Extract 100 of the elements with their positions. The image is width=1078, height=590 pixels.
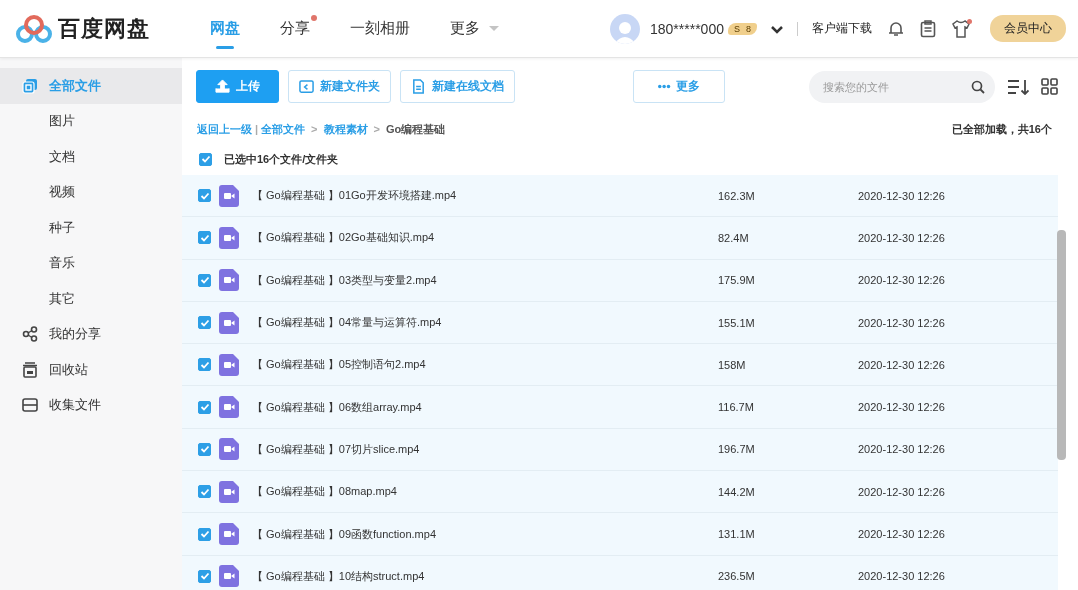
file-date: 2020-12-30 12:26 — [858, 274, 946, 287]
shirt-icon[interactable] — [952, 19, 970, 38]
nav-tab[interactable]: 一刻相册 — [350, 0, 410, 57]
member-center-button[interactable]: 会员中心 — [990, 15, 1066, 42]
file-row[interactable]: 【 Go编程基础 】01Go开发环境搭建.mp4 162.3M 2020-12-30 12:26 — [182, 175, 1058, 218]
sidebar-item[interactable]: 音乐 — [0, 245, 182, 281]
file-name[interactable]: 【 Go编程基础 】09函数function.mp4 — [252, 526, 718, 542]
client-download-link[interactable]: 客户端下载 — [812, 20, 872, 37]
file-row[interactable]: 【 Go编程基础 】09函数function.mp4 131.1M 2020-12-30 12:26 — [182, 513, 1058, 556]
file-date: 2020-12-30 12:26 — [858, 570, 946, 583]
file-row[interactable]: 【 Go编程基础 】10结构struct.mp4 236.5M 2020-12-30 12:26 — [182, 555, 1058, 590]
cloud-logo-icon — [16, 13, 52, 44]
sidebar-item[interactable]: 收集文件 — [0, 387, 182, 423]
file-name[interactable]: 【 Go编程基础 】02Go基础知识.mp4 — [252, 230, 718, 246]
checkbox[interactable] — [198, 358, 211, 372]
file-row[interactable]: 【 Go编程基础 】02Go基础知识.mp4 82.4M 2020-12-30 12:26 — [182, 217, 1058, 260]
files-icon — [22, 77, 38, 94]
file-size: 175.9M — [718, 274, 756, 287]
breadcrumb-separator: | — [255, 123, 259, 135]
scrollbar-thumb[interactable] — [1057, 230, 1066, 460]
sidebar-item[interactable]: 其它 — [0, 281, 182, 317]
app-logo-title: 百度网盘 — [58, 14, 150, 43]
checkbox[interactable] — [198, 316, 211, 330]
user-name[interactable]: 180*****000 — [650, 20, 724, 37]
file-size: 155.1M — [718, 316, 756, 329]
chevron-down-icon[interactable] — [771, 25, 783, 34]
checkbox[interactable] — [198, 527, 211, 541]
file-size: 131.1M — [718, 528, 756, 540]
file-size: 162.3M — [718, 189, 756, 202]
sidebar-item[interactable]: 图片 — [0, 103, 182, 139]
checkbox[interactable] — [198, 485, 211, 499]
file-row[interactable]: 【 Go编程基础 】04常量与运算符.mp4 155.1M 2020-12-30 12:26 — [182, 301, 1058, 345]
file-size: 82.4M — [718, 231, 750, 244]
load-status: 已全部加载，共16个 — [951, 121, 1052, 137]
checkbox[interactable] — [198, 400, 211, 414]
file-row[interactable]: 【 Go编程基础 】05控制语句2.mp4 158M 2020-12-30 12:26 — [182, 344, 1058, 387]
search-icon[interactable] — [971, 79, 985, 94]
checkbox[interactable] — [198, 442, 211, 456]
sidebar-item[interactable]: 回收站 — [0, 352, 182, 388]
sidebar-item[interactable]: 视频 — [0, 174, 182, 210]
file-name[interactable]: 【 Go编程基础 】04常量与运算符.mp4 — [252, 315, 718, 331]
sidebar-item[interactable]: 种子 — [0, 210, 182, 246]
breadcrumb-current: Go编程基础 — [385, 121, 446, 137]
file-name[interactable]: 【 Go编程基础 】06数组array.mp4 — [252, 399, 718, 415]
file-name[interactable]: 【 Go编程基础 】10结构struct.mp4 — [252, 568, 718, 584]
tray-icon — [22, 397, 38, 414]
grid-view-icon[interactable] — [1041, 78, 1058, 95]
clipboard-icon[interactable] — [920, 19, 936, 38]
video-file-icon — [219, 480, 239, 503]
file-row[interactable]: 【 Go编程基础 】03类型与变量2.mp4 175.9M 2020-12-30 12:26 — [182, 259, 1058, 302]
video-file-icon — [219, 438, 239, 461]
file-size: 144.2M — [718, 485, 756, 498]
file-row[interactable]: 【 Go编程基础 】06数组array.mp4 116.7M 2020-12-30 12:26 — [182, 386, 1058, 429]
video-file-icon — [219, 184, 239, 207]
checkbox[interactable] — [198, 273, 211, 287]
checkbox[interactable] — [198, 231, 211, 245]
file-date: 2020-12-30 12:26 — [858, 528, 946, 540]
upload-icon — [215, 79, 230, 94]
breadcrumb-separator: > — [373, 123, 380, 135]
video-file-icon — [219, 269, 239, 292]
file-date: 2020-12-30 12:26 — [858, 189, 946, 202]
video-file-icon — [219, 311, 239, 334]
checkbox[interactable] — [198, 569, 211, 583]
sidebar-item[interactable]: 我的分享 — [0, 316, 182, 352]
file-date: 2020-12-30 12:26 — [858, 231, 946, 244]
video-file-icon — [219, 353, 239, 376]
file-row[interactable]: 【 Go编程基础 】07切片slice.mp4 196.7M 2020-12-30 12:26 — [182, 428, 1058, 472]
file-size: 236.5M — [718, 570, 756, 583]
bell-icon[interactable] — [888, 20, 904, 37]
file-name[interactable]: 【 Go编程基础 】03类型与变量2.mp4 — [252, 272, 718, 288]
folder-icon — [299, 79, 314, 94]
file-size: 158M — [718, 358, 747, 371]
file-size: 196.7M — [718, 443, 756, 456]
sidebar-item[interactable]: 文档 — [0, 139, 182, 175]
nav-tab[interactable]: 分享 — [280, 0, 310, 57]
checkbox[interactable] — [199, 152, 212, 166]
file-name[interactable]: 【 Go编程基础 】05控制语句2.mp4 — [252, 357, 718, 373]
file-date: 2020-12-30 12:26 — [858, 358, 946, 371]
checkbox[interactable] — [198, 189, 211, 203]
selection-count: 已选中16个文件/文件夹 — [224, 151, 339, 167]
file-size: 116.7M — [718, 401, 755, 414]
file-date: 2020-12-30 12:26 — [858, 316, 946, 329]
video-file-icon — [219, 523, 239, 545]
file-name[interactable]: 【 Go编程基础 】01Go开发环境搭建.mp4 — [252, 188, 718, 204]
video-file-icon — [219, 565, 239, 588]
share-icon — [22, 326, 38, 343]
sort-icon[interactable] — [1007, 78, 1029, 95]
file-date: 2020-12-30 12:26 — [858, 401, 946, 414]
video-file-icon — [219, 226, 239, 249]
video-file-icon — [219, 396, 239, 419]
file-row[interactable]: 【 Go编程基础 】08map.mp4 144.2M 2020-12-30 12:26 — [182, 471, 1058, 514]
search-field[interactable]: 搜索您的文件 — [809, 70, 995, 103]
file-date: 2020-12-30 12:26 — [858, 443, 946, 456]
vip-badge: S 8 — [727, 22, 757, 35]
file-name[interactable]: 【 Go编程基础 】08map.mp4 — [252, 484, 718, 500]
trash-bin-icon — [22, 361, 38, 378]
nav-tab[interactable]: 更多 — [450, 0, 499, 57]
breadcrumb-separator: > — [311, 123, 318, 135]
file-date: 2020-12-30 12:26 — [858, 485, 946, 498]
file-name[interactable]: 【 Go编程基础 】07切片slice.mp4 — [252, 441, 718, 457]
